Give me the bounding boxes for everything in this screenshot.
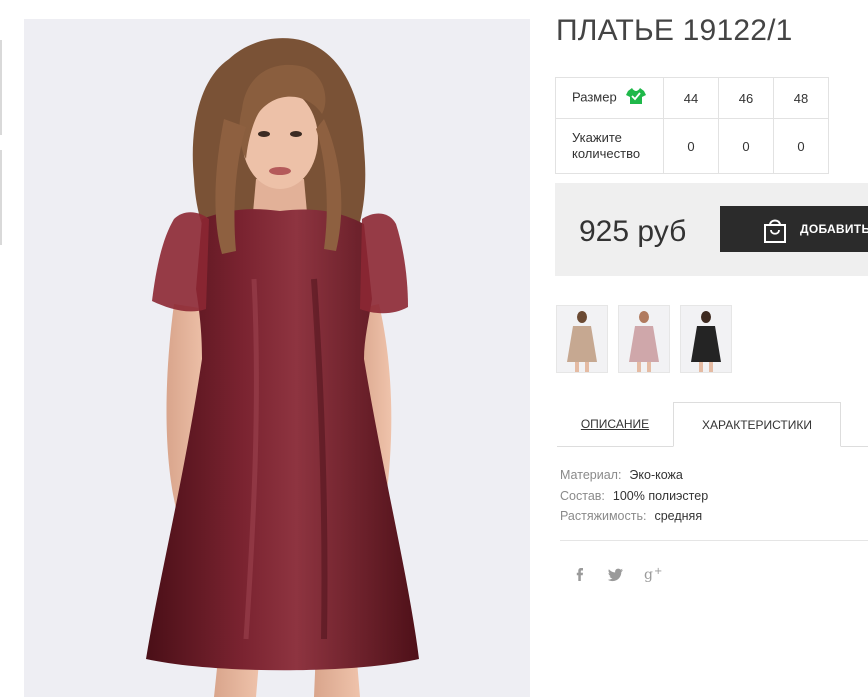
tshirt-icon[interactable]: [626, 87, 647, 109]
svg-text:+: +: [654, 566, 662, 577]
buy-panel: 925 руб ДОБАВИТЬ: [555, 183, 868, 276]
product-title: ПЛАТЬЕ 19122/1: [556, 14, 793, 47]
quantity-row: Укажите количество 0 0 0: [555, 118, 829, 174]
add-to-cart-button[interactable]: ДОБАВИТЬ: [720, 206, 868, 252]
tab-characteristics[interactable]: ХАРАКТЕРИСТИКИ: [673, 402, 841, 447]
google-plus-icon[interactable]: g +: [644, 564, 664, 584]
facebook-icon[interactable]: [570, 564, 590, 584]
quantity-label-line2: количество: [572, 146, 641, 161]
tab-description[interactable]: ОПИСАНИЕ: [557, 402, 673, 446]
divider: [560, 540, 868, 541]
size-quantity-table: Размер 44 46 48 Укажите количество 0 0 0: [555, 77, 829, 174]
pink-dress-thumbnail[interactable]: [618, 305, 670, 373]
product-price: 925 руб: [579, 215, 687, 248]
twitter-icon[interactable]: [606, 564, 626, 584]
product-main-image: [24, 19, 530, 697]
quantity-input-46[interactable]: 0: [718, 118, 774, 174]
size-48: 48: [773, 77, 829, 119]
size-label: Размер: [572, 89, 617, 105]
spec-key: Растяжимость:: [560, 509, 647, 523]
black-dress-thumbnail[interactable]: [680, 305, 732, 373]
product-specs: Материал: Эко-кожа Состав: 100% полиэстер …: [560, 465, 708, 527]
quantity-input-44[interactable]: 0: [663, 118, 719, 174]
svg-text:g: g: [644, 567, 653, 583]
left-edge-border: [0, 40, 2, 250]
size-label-cell: Размер: [555, 77, 664, 119]
spec-row-material: Материал: Эко-кожа: [560, 465, 708, 486]
spec-key: Состав:: [560, 488, 605, 503]
size-row: Размер 44 46 48: [555, 77, 829, 119]
size-44: 44: [663, 77, 719, 119]
add-to-cart-label: ДОБАВИТЬ: [800, 222, 868, 236]
spec-value: Эко-кожа: [629, 468, 683, 482]
spec-key: Материал:: [560, 468, 622, 482]
spec-row-stretch: Растяжимость: средняя: [560, 506, 708, 527]
shopping-bag-icon: [762, 216, 788, 247]
spec-row-composition: Состав: 100% полиэстер: [560, 486, 708, 507]
quantity-input-48[interactable]: 0: [773, 118, 829, 174]
quantity-label-line1: Укажите: [572, 130, 622, 145]
beige-dress-thumbnail[interactable]: [556, 305, 608, 373]
size-46: 46: [718, 77, 774, 119]
spec-value: средняя: [654, 509, 703, 523]
spec-value: 100% полиэстер: [612, 488, 709, 503]
product-tabs: ОПИСАНИЕ ХАРАКТЕРИСТИКИ: [557, 402, 868, 447]
quantity-label-cell: Укажите количество: [555, 118, 664, 174]
